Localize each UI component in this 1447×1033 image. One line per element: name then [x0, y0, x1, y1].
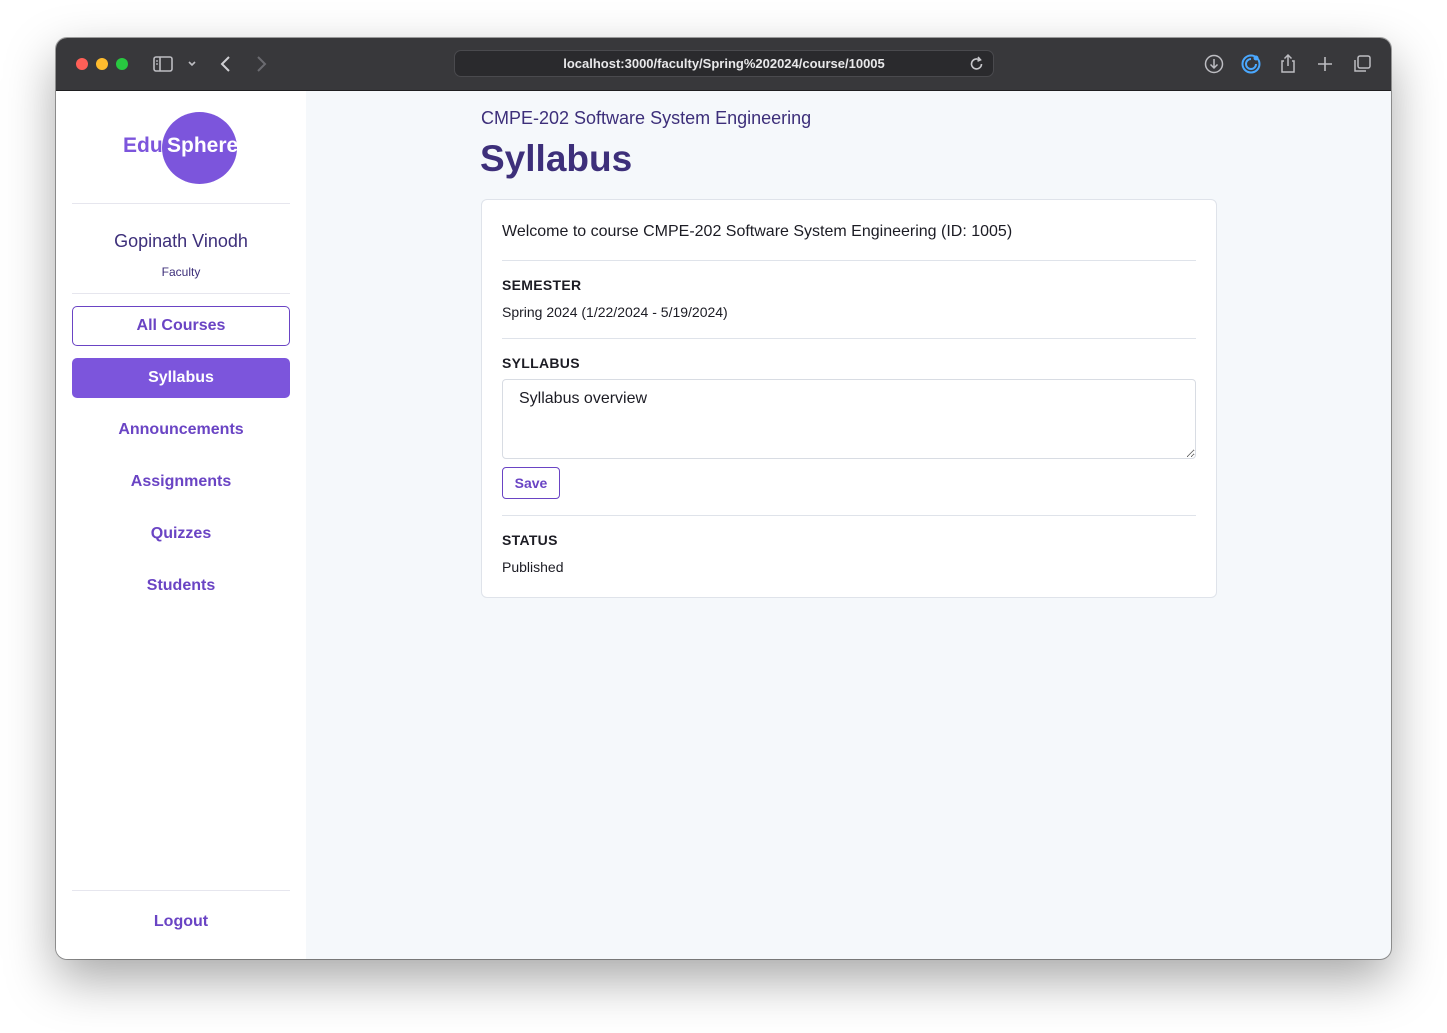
user-name: Gopinath Vinodh: [114, 231, 248, 251]
nav-syllabus-button[interactable]: Syllabus: [72, 358, 290, 398]
nav-quizzes-link[interactable]: Quizzes: [72, 514, 290, 554]
nav-announcements-link[interactable]: Announcements: [72, 410, 290, 450]
status-label: STATUS: [502, 532, 558, 548]
app-logo[interactable]: Edu Sphere: [123, 112, 243, 187]
nav-all-courses-button[interactable]: All Courses: [72, 306, 290, 346]
url-text: localhost:3000/faculty/Spring%202024/cou…: [563, 56, 885, 71]
logout-button[interactable]: Logout: [72, 902, 290, 942]
card-divider: [502, 515, 1196, 516]
tab-overview-icon[interactable]: [1349, 51, 1375, 77]
course-title: CMPE-202 Software System Engineering: [481, 108, 812, 128]
syllabus-textarea[interactable]: Syllabus overview: [502, 379, 1196, 459]
download-icon[interactable]: [1201, 51, 1227, 77]
forward-arrow-icon[interactable]: [248, 51, 274, 77]
maximize-window-button[interactable]: [116, 58, 128, 70]
nav-assignments-link[interactable]: Assignments: [72, 462, 290, 502]
status-value: Published: [502, 559, 564, 575]
save-button[interactable]: Save: [502, 467, 560, 499]
close-window-button[interactable]: [76, 58, 88, 70]
sidebar-divider: [72, 203, 290, 204]
semester-label: SEMESTER: [502, 277, 582, 293]
nav-students-link[interactable]: Students: [72, 566, 290, 606]
page-title: Syllabus: [480, 138, 633, 179]
syllabus-card: Welcome to course CMPE-202 Software Syst…: [481, 199, 1217, 598]
user-role: Faculty: [161, 265, 201, 279]
sidebar: Edu Sphere Gopinath Vinodh Faculty All C…: [56, 91, 306, 959]
card-divider: [502, 338, 1196, 339]
extension-icon[interactable]: [1238, 51, 1264, 77]
sidebar-toggle-icon[interactable]: [150, 51, 176, 77]
new-tab-icon[interactable]: [1312, 51, 1338, 77]
logo-text-sphere: Sphere: [167, 134, 239, 157]
logo-text-edu: Edu: [123, 134, 163, 157]
browser-window: localhost:3000/faculty/Spring%202024/cou…: [56, 38, 1391, 959]
main-content: CMPE-202 Software System Engineering Syl…: [306, 91, 1391, 959]
semester-value: Spring 2024 (1/22/2024 - 5/19/2024): [502, 304, 728, 320]
welcome-message: Welcome to course CMPE-202 Software Syst…: [502, 223, 1013, 240]
chevron-down-icon[interactable]: [179, 51, 205, 77]
share-icon[interactable]: [1275, 51, 1301, 77]
minimize-window-button[interactable]: [96, 58, 108, 70]
reload-icon[interactable]: [969, 55, 985, 76]
back-arrow-icon[interactable]: [213, 51, 239, 77]
sidebar-divider: [72, 293, 290, 294]
browser-toolbar: localhost:3000/faculty/Spring%202024/cou…: [56, 38, 1391, 91]
address-bar[interactable]: localhost:3000/faculty/Spring%202024/cou…: [454, 50, 994, 77]
syllabus-label: SYLLABUS: [502, 355, 580, 371]
card-divider: [502, 260, 1196, 261]
sidebar-divider: [72, 890, 290, 891]
